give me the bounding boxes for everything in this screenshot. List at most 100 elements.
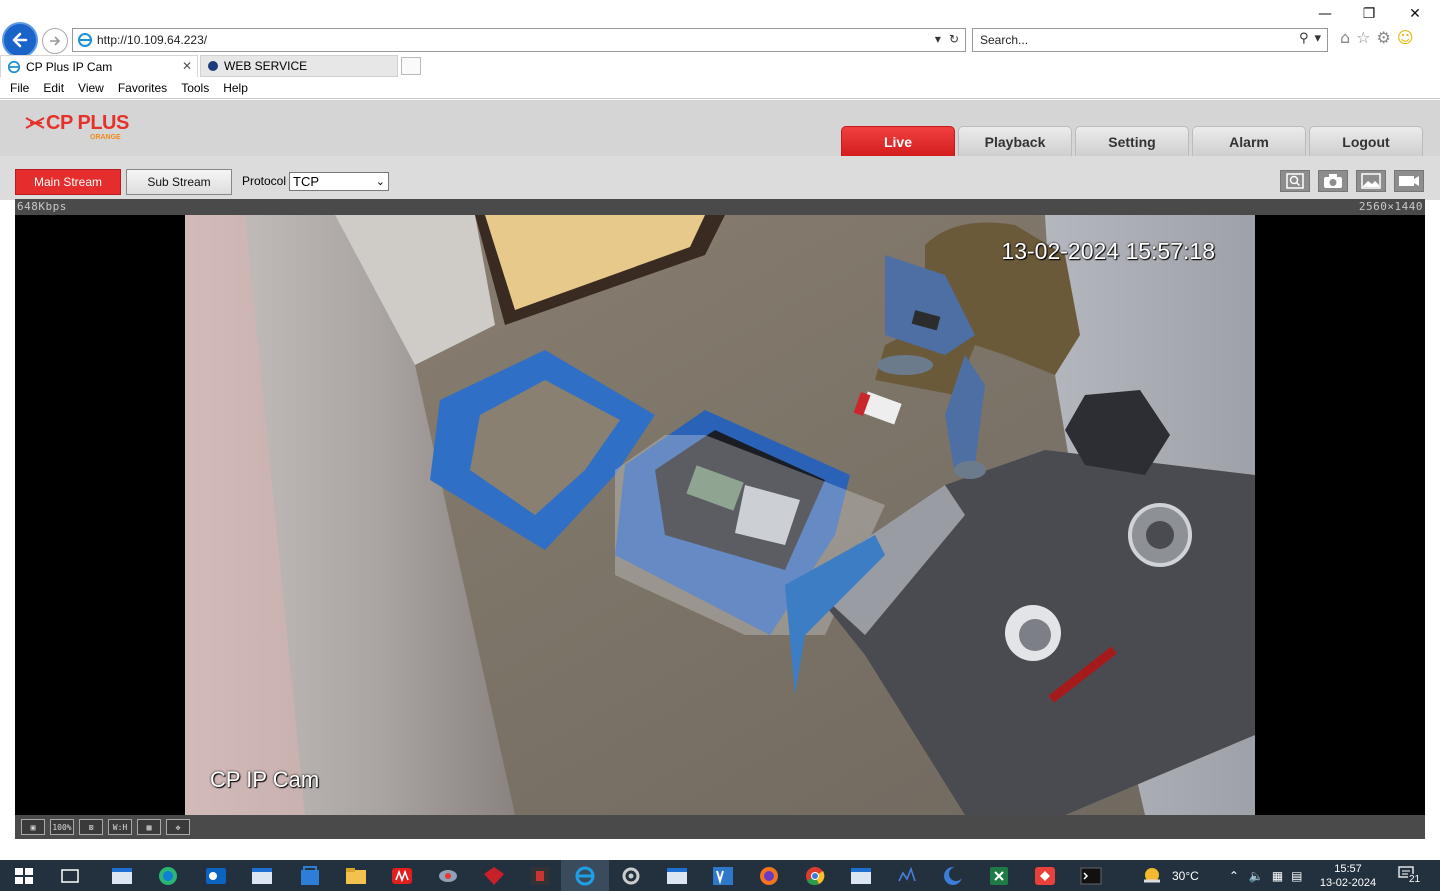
excel-icon[interactable] — [987, 865, 1011, 887]
original-size-button[interactable]: 100% — [50, 819, 74, 835]
main-nav: Live Playback Setting Alarm Logout — [841, 126, 1423, 156]
ptz-control-icon[interactable]: ✥ — [166, 819, 190, 835]
protocol-select[interactable]: TCP ⌄ — [289, 172, 389, 191]
ie-tab-icon — [7, 60, 21, 73]
security-icon[interactable]: ▤ — [1291, 869, 1302, 883]
app-header: CP PLUS ORANGE Live Playback Setting Ala… — [0, 100, 1440, 156]
file-explorer-icon[interactable] — [344, 865, 368, 887]
notification-count: 21 — [1408, 874, 1422, 885]
home-icon[interactable]: ⌂ — [1340, 28, 1350, 47]
feedback-smiley-icon[interactable]: ☺ — [1397, 28, 1414, 47]
network-icon[interactable]: ▦ — [1272, 869, 1283, 883]
bitrate-readout: 648Kbps — [17, 200, 67, 213]
window-icon-3[interactable] — [849, 865, 873, 887]
camera-tools — [1280, 170, 1424, 192]
snapshot-button[interactable] — [1318, 170, 1348, 192]
live-video-feed[interactable]: 13-02-2024 15:57:18 CP IP Cam — [185, 215, 1255, 815]
menu-help[interactable]: Help — [223, 81, 248, 95]
search-box[interactable]: Search... ⚲ ▾ — [972, 28, 1328, 52]
forward-button[interactable] — [42, 28, 68, 54]
red-app-icon[interactable] — [390, 865, 414, 887]
ie-favicon-icon — [78, 33, 92, 47]
vnc-icon[interactable] — [711, 865, 735, 887]
protocol-value: TCP — [293, 174, 319, 189]
nav-alarm[interactable]: Alarm — [1192, 126, 1306, 156]
menu-tools[interactable]: Tools — [181, 81, 209, 95]
cp-plus-logo: CP PLUS ORANGE — [24, 112, 134, 148]
fullscreen-icon[interactable]: ▣ — [21, 819, 45, 835]
forward-arrow-icon — [50, 36, 61, 46]
menu-edit[interactable]: Edit — [43, 81, 64, 95]
settings-gear-icon[interactable]: ⚙ — [1377, 28, 1391, 47]
address-row: http://10.109.64.223/ ▾ ↻ Search... ⚲ ▾ … — [0, 22, 1440, 58]
moon-app-icon[interactable] — [941, 865, 965, 887]
record-button[interactable] — [1394, 170, 1424, 192]
network-app-icon[interactable] — [895, 865, 919, 887]
window-icon[interactable] — [250, 865, 274, 887]
tab-title: WEB SERVICE — [224, 59, 308, 73]
stream-toolbar: Main Stream Sub Stream Protocol TCP ⌄ — [0, 156, 1440, 200]
search-icon[interactable]: ⚲ — [1299, 31, 1309, 46]
close-tab-icon[interactable]: ✕ — [182, 59, 192, 73]
refresh-icon[interactable]: ↻ — [949, 32, 959, 46]
main-stream-button[interactable]: Main Stream — [15, 169, 121, 195]
nav-logout[interactable]: Logout — [1309, 126, 1423, 156]
settings-icon[interactable] — [619, 865, 643, 887]
tab-web-service[interactable]: WEB SERVICE — [200, 55, 398, 77]
store-icon[interactable] — [298, 865, 322, 887]
menu-favorites[interactable]: Favorites — [118, 81, 167, 95]
tray-chevron-up-icon[interactable]: ⌃ — [1229, 869, 1239, 883]
search-dropdown-icon[interactable]: ▾ — [1314, 31, 1321, 46]
address-url[interactable]: http://10.109.64.223/ — [97, 33, 207, 47]
nav-playback[interactable]: Playback — [958, 126, 1072, 156]
resolution-readout: 2560×1440 — [1358, 200, 1423, 213]
fit-window-icon[interactable]: ⊠ — [79, 819, 103, 835]
firefox-icon[interactable] — [757, 865, 781, 887]
temperature-readout: 30°C — [1172, 868, 1199, 883]
menu-view[interactable]: View — [78, 81, 104, 95]
zoom-region-icon[interactable]: ▦ — [137, 819, 161, 835]
nav-setting[interactable]: Setting — [1075, 126, 1189, 156]
task-view-icon[interactable] — [58, 865, 82, 887]
windows-start-icon[interactable] — [12, 865, 36, 887]
nav-live[interactable]: Live — [841, 126, 955, 156]
logo-subtext: ORANGE — [90, 134, 121, 141]
new-tab-button[interactable] — [401, 57, 421, 75]
ruby-app-icon[interactable] — [482, 865, 506, 887]
web-service-favicon-icon — [208, 61, 218, 71]
video-bottom-bar: ▣ 100% ⊠ W:H ▦ ✥ — [15, 815, 1425, 839]
network-tool-icon[interactable] — [436, 865, 460, 887]
tab-cp-plus[interactable]: CP Plus IP Cam ✕ — [0, 55, 198, 77]
back-button[interactable] — [2, 22, 38, 58]
chrome-icon[interactable] — [803, 865, 827, 887]
sub-stream-button[interactable]: Sub Stream — [126, 169, 232, 195]
internet-explorer-icon[interactable] — [573, 865, 597, 887]
digital-zoom-button[interactable] — [1280, 170, 1310, 192]
zoom-icon — [1286, 173, 1304, 189]
viewer-app-icon[interactable] — [528, 865, 552, 887]
window-icon-2[interactable] — [665, 865, 689, 887]
taskbar-clock[interactable]: 15:57 13-02-2024 — [1318, 862, 1378, 890]
edge-browser-icon[interactable] — [156, 865, 180, 887]
osd-camera-name: CP IP Cam — [210, 767, 320, 792]
image-settings-button[interactable] — [1356, 170, 1386, 192]
chevron-down-icon: ⌄ — [375, 175, 385, 188]
search-input[interactable]: Search... — [980, 33, 1028, 47]
anydesk-icon[interactable] — [1033, 865, 1057, 887]
app-window-icon[interactable] — [110, 865, 134, 887]
tab-title: CP Plus IP Cam — [26, 59, 113, 74]
logo-text: CP PLUS — [46, 112, 129, 134]
favorites-star-icon[interactable]: ☆ — [1356, 28, 1370, 47]
notification-center[interactable]: 21 — [1398, 866, 1424, 886]
outlook-icon[interactable] — [204, 865, 228, 887]
weather-sun-icon[interactable] — [1140, 866, 1166, 886]
speaker-icon[interactable]: 🔈 — [1249, 869, 1264, 883]
windows-taskbar: 30°C ⌃ 🔈 ▦ ▤ 15:57 13-02-2024 21 — [0, 860, 1440, 891]
aspect-ratio-button[interactable]: W:H — [108, 819, 132, 835]
menu-file[interactable]: File — [10, 81, 29, 95]
terminal-icon[interactable] — [1079, 865, 1103, 887]
video-info-bar: 648Kbps 2560×1440 — [15, 199, 1425, 215]
address-bar[interactable]: http://10.109.64.223/ ▾ ↻ — [72, 28, 966, 52]
dropdown-icon[interactable]: ▾ — [935, 32, 941, 46]
back-arrow-icon — [12, 32, 28, 48]
